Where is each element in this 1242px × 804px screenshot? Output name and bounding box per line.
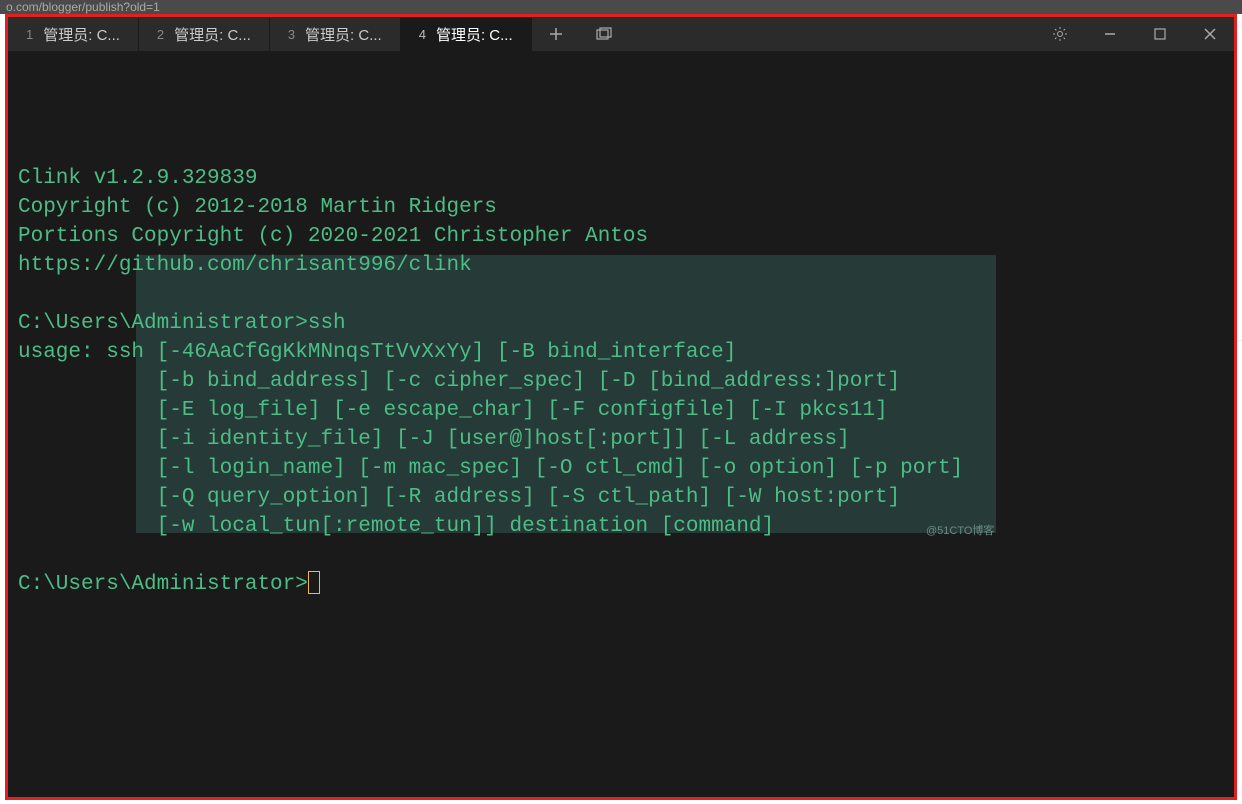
gear-icon (1052, 26, 1068, 42)
terminal-titlebar: 1 管理员: C... 2 管理员: C... 3 管理员: C... 4 管理… (8, 17, 1234, 51)
new-tab-button[interactable] (532, 17, 580, 51)
terminal-line: Copyright (c) 2012-2018 Martin Ridgers (18, 196, 497, 219)
terminal-tab-1[interactable]: 1 管理员: C... (8, 17, 139, 51)
terminal-tab-4[interactable]: 4 管理员: C... (401, 17, 532, 51)
maximize-button[interactable] (1136, 17, 1184, 51)
terminal-line: C:\Users\Administrator>ssh (18, 312, 346, 335)
tab-number: 1 (26, 27, 33, 42)
tab-label: 管理员: C... (43, 24, 120, 45)
terminal-line: https://github.com/chrisant996/clink (18, 254, 472, 277)
terminal-line: [-b bind_address] [-c cipher_spec] [-D [… (18, 370, 900, 393)
close-icon (1204, 28, 1216, 40)
window-icon (596, 27, 612, 41)
terminal-line: [-l login_name] [-m mac_spec] [-O ctl_cm… (18, 457, 963, 480)
terminal-tabs: 1 管理员: C... 2 管理员: C... 3 管理员: C... 4 管理… (8, 17, 1036, 51)
close-button[interactable] (1186, 17, 1234, 51)
tab-number: 2 (157, 27, 164, 42)
terminal-window: 1 管理员: C... 2 管理员: C... 3 管理员: C... 4 管理… (5, 14, 1237, 800)
terminal-line: [-w local_tun[:remote_tun]] destination … (18, 515, 774, 538)
maximize-icon (1154, 28, 1166, 40)
terminal-cursor (308, 571, 320, 594)
minimize-button[interactable] (1086, 17, 1134, 51)
terminal-line: [-i identity_file] [-J [user@]host[:port… (18, 428, 850, 451)
terminal-line: Portions Copyright (c) 2020-2021 Christo… (18, 225, 648, 248)
tab-label: 管理员: C... (436, 24, 513, 45)
window-controls (1036, 17, 1234, 51)
terminal-line: [-Q query_option] [-R address] [-S ctl_p… (18, 486, 900, 509)
tab-label: 管理员: C... (174, 24, 251, 45)
terminal-line: [-E log_file] [-e escape_char] [-F confi… (18, 399, 888, 422)
tabs-overview-button[interactable] (580, 17, 628, 51)
terminal-tab-3[interactable]: 3 管理员: C... (270, 17, 401, 51)
terminal-output[interactable]: @51CTO博客 Clink v1.2.9.329839 Copyright (… (8, 51, 1234, 797)
tab-number: 3 (288, 27, 295, 42)
minimize-icon (1104, 28, 1116, 40)
settings-button[interactable] (1036, 17, 1084, 51)
tab-number: 4 (419, 27, 426, 42)
terminal-line: Clink v1.2.9.329839 (18, 167, 257, 190)
terminal-line: usage: ssh [-46AaCfGgKkMNnqsTtVvXxYy] [-… (18, 341, 736, 364)
tab-label: 管理员: C... (305, 24, 382, 45)
terminal-tab-2[interactable]: 2 管理员: C... (139, 17, 270, 51)
terminal-prompt: C:\Users\Administrator> (18, 573, 308, 596)
url-bar-fragment: o.com/blogger/publish?old=1 (0, 0, 1242, 14)
plus-icon (549, 27, 563, 41)
